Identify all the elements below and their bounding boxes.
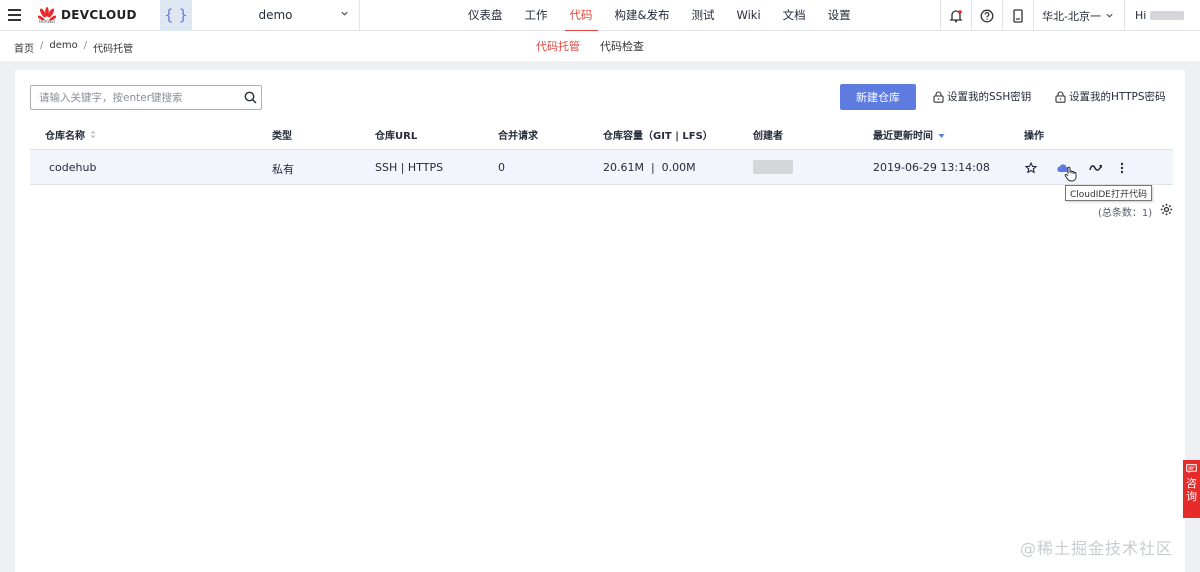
- last-updated: 2019-06-29 13:14:08: [873, 161, 990, 174]
- tab-code-check[interactable]: 代码检查: [590, 31, 654, 61]
- creator-blurred: [753, 160, 793, 177]
- col-capacity: 仓库容量（GIT | LFS）: [603, 131, 713, 142]
- col-merge-requests: 合并请求: [498, 131, 538, 142]
- hand-cursor-icon: [1062, 166, 1078, 182]
- https-password-label: 设置我的HTTPS密码: [1069, 91, 1166, 103]
- sort-icon[interactable]: [90, 130, 96, 139]
- search-box: [30, 85, 262, 110]
- brand-sub: HUAWEI: [39, 19, 56, 24]
- sort-desc-icon[interactable]: [938, 133, 945, 139]
- project-name: demo: [258, 8, 293, 22]
- search-input[interactable]: [39, 91, 239, 104]
- repo-capacity: 20.61M | 0.00M: [603, 161, 696, 174]
- tab-code-hosting[interactable]: 代码托管: [526, 31, 590, 61]
- mobile-icon[interactable]: [1002, 0, 1033, 31]
- breadcrumb-project[interactable]: demo: [49, 40, 77, 55]
- nav-test[interactable]: 测试: [680, 0, 725, 31]
- main-nav: 仪表盘 工作 代码 构建&发布 测试 Wiki 文档 设置: [457, 0, 862, 32]
- header-right: 华北-北京一 Hi: [940, 0, 1200, 31]
- col-actions: 操作: [1024, 131, 1044, 142]
- brand-name: DEVCLOUD: [61, 8, 137, 22]
- consult-char-1: 咨: [1186, 477, 1197, 490]
- project-icon[interactable]: { }: [160, 0, 192, 31]
- chat-icon: [1186, 464, 1197, 474]
- tooltip: CloudIDE打开代码: [1065, 185, 1152, 201]
- ssh-key-label: 设置我的SSH密钥: [947, 91, 1032, 103]
- lock-icon: [1055, 90, 1066, 103]
- breadcrumb: 首页 / demo / 代码托管: [14, 40, 133, 55]
- table-header: 仓库名称 类型 仓库URL 合并请求 仓库容量（GIT | LFS） 创建者 最…: [30, 118, 1173, 148]
- chevron-down-icon: [1106, 13, 1113, 18]
- total-count: (总条数：1): [1098, 208, 1153, 219]
- breadcrumb-current: 代码托管: [93, 44, 134, 55]
- greeting: Hi: [1135, 9, 1147, 22]
- merge-flow-icon[interactable]: [1088, 160, 1104, 176]
- help-icon[interactable]: [971, 0, 1002, 31]
- sub-bar: 首页 / demo / 代码托管 代码托管 代码检查: [0, 31, 1200, 61]
- merge-requests: 0: [498, 161, 505, 174]
- top-bar: DEVCLOUD HUAWEI { } demo 仪表盘 工作 代码 构建&发布…: [0, 0, 1200, 32]
- repo-url[interactable]: SSH | HTTPS: [375, 161, 443, 174]
- username-blurred: [1150, 11, 1185, 20]
- watermark: @稀土掘金技术社区: [1020, 539, 1174, 558]
- star-icon[interactable]: [1023, 160, 1039, 176]
- breadcrumb-separator: /: [83, 40, 88, 51]
- col-last-updated[interactable]: 最近更新时间: [873, 127, 945, 142]
- user-menu[interactable]: Hi: [1124, 0, 1200, 31]
- breadcrumb-separator: /: [40, 40, 44, 51]
- col-repo-name[interactable]: 仓库名称: [45, 127, 96, 142]
- main-panel: 新建仓库 设置我的SSH密钥 设置我的HTTPS密码 仓库名称 类型 仓库URL…: [15, 70, 1185, 572]
- lock-icon: [933, 90, 944, 103]
- nav-settings[interactable]: 设置: [817, 0, 862, 31]
- nav-docs[interactable]: 文档: [772, 0, 817, 31]
- chevron-down-icon: [341, 11, 348, 16]
- nav-work[interactable]: 工作: [514, 0, 559, 31]
- col-creator: 创建者: [753, 131, 783, 142]
- repo-type: 私有: [272, 163, 294, 176]
- region-label: 华北-北京一: [1042, 9, 1101, 23]
- consult-char-2: 询: [1186, 490, 1197, 503]
- col-type: 类型: [272, 131, 292, 142]
- repo-name[interactable]: codehub: [49, 161, 96, 174]
- gear-icon[interactable]: [1160, 203, 1173, 216]
- menu-icon[interactable]: [0, 0, 28, 31]
- region-select[interactable]: 华北-北京一: [1033, 0, 1124, 31]
- col-repo-url: 仓库URL: [375, 131, 418, 142]
- project-select[interactable]: demo: [192, 0, 360, 31]
- new-repo-button[interactable]: 新建仓库: [840, 84, 916, 110]
- breadcrumb-home[interactable]: 首页: [14, 40, 34, 55]
- https-password-link[interactable]: 设置我的HTTPS密码: [1055, 89, 1166, 104]
- nav-wiki[interactable]: Wiki: [725, 0, 771, 31]
- notification-bell-icon[interactable]: [940, 0, 971, 31]
- devcloud-logo[interactable]: DEVCLOUD HUAWEI: [28, 0, 158, 31]
- nav-dashboard[interactable]: 仪表盘: [457, 0, 514, 31]
- sub-nav: 代码托管 代码检查: [526, 31, 654, 61]
- consult-button[interactable]: 咨 询: [1183, 460, 1200, 518]
- nav-build-release[interactable]: 构建&发布: [604, 0, 681, 31]
- ssh-key-link[interactable]: 设置我的SSH密钥: [933, 89, 1031, 104]
- nav-code[interactable]: 代码: [559, 0, 604, 32]
- table-row[interactable]: codehub 私有 SSH | HTTPS 0 20.61M | 0.00M …: [30, 149, 1173, 185]
- search-icon[interactable]: [239, 91, 261, 104]
- more-options-icon[interactable]: [1114, 160, 1130, 176]
